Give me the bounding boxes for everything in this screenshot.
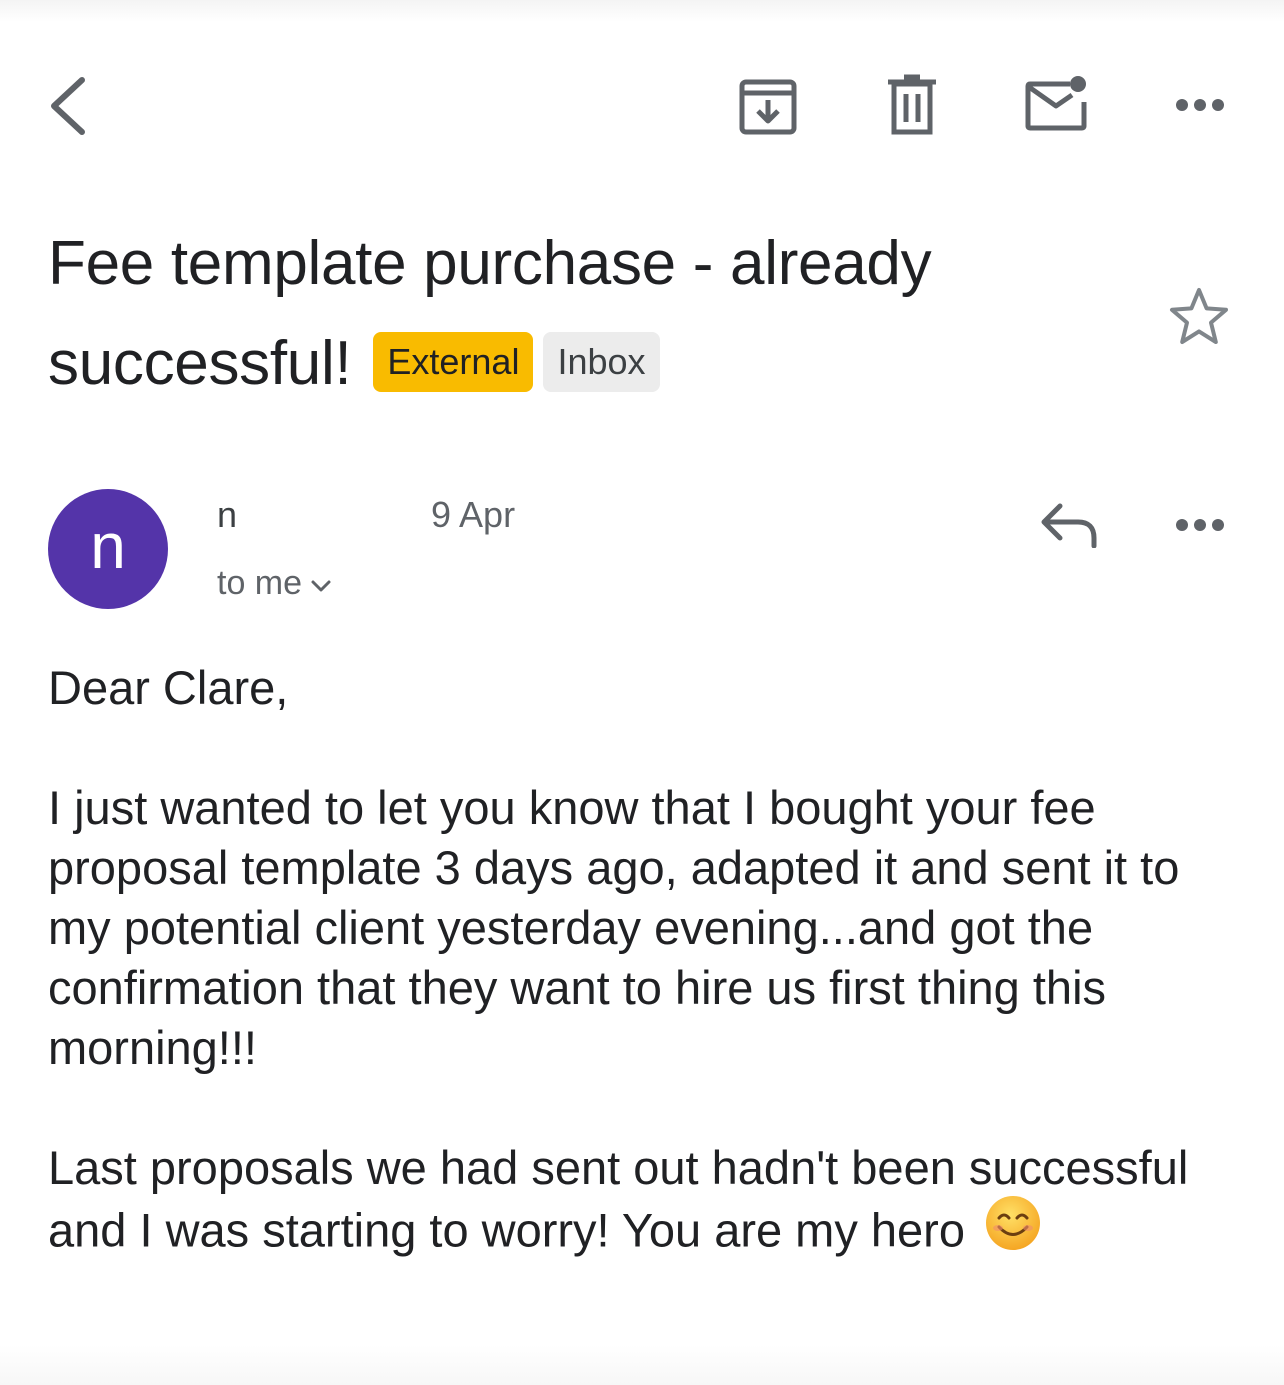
status-bar-fade [0,0,1284,22]
body-paragraph-1: I just wanted to let you know that I bou… [48,781,1180,1074]
delete-icon[interactable] [886,74,938,136]
email-date: 9 Apr [431,494,516,535]
mark-unread-icon[interactable] [1024,74,1090,132]
email-view: Fee template purchase - already successf… [0,0,1284,1385]
sender-name[interactable]: n [217,494,405,536]
sender-avatar[interactable]: n [48,489,168,609]
smiling-face-icon [984,1194,1042,1266]
body-paragraph-2: Last proposals we had sent out hadn't be… [48,1138,1238,1270]
message-more-options-icon[interactable] [1174,516,1226,534]
redacted-name [237,502,405,532]
email-subject: Fee template purchase - already successf… [48,214,1148,414]
archive-icon[interactable] [738,76,798,136]
chevron-down-icon [310,563,332,602]
bottom-fade [0,1345,1284,1385]
label-external[interactable]: External [373,331,534,392]
recipient-details[interactable]: to me [217,564,332,605]
label-inbox[interactable]: Inbox [543,331,660,392]
back-arrow-icon[interactable] [44,74,92,138]
more-options-icon[interactable] [1174,96,1226,114]
sender-name-text: n [217,494,238,535]
star-icon[interactable] [1168,286,1230,346]
reply-icon[interactable] [1040,502,1098,548]
email-body: Dear Clare, I just wanted to let you kno… [48,658,1238,1270]
recipient-text: to me [217,564,303,602]
greeting: Dear Clare, [48,661,289,714]
